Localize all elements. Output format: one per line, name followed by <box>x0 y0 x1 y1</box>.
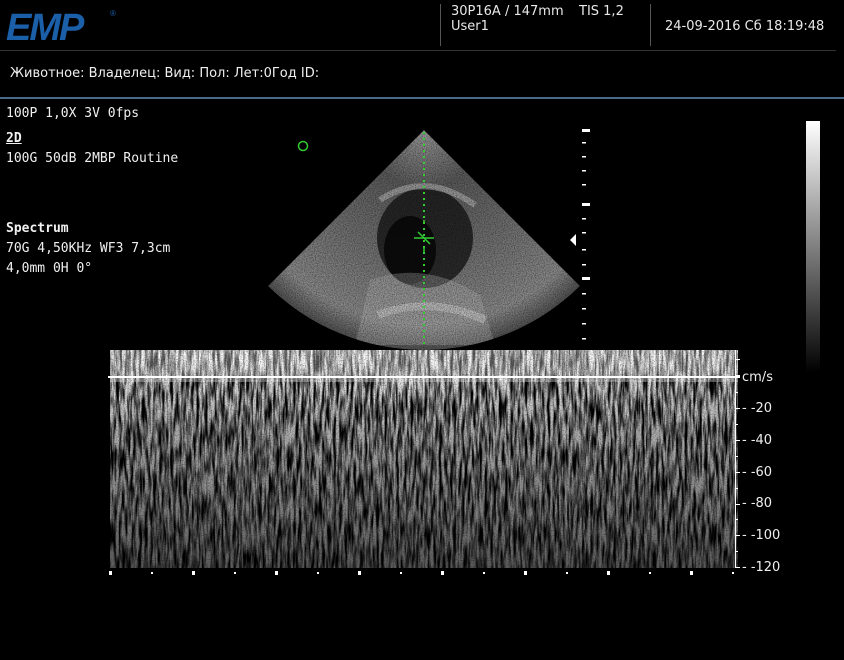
spectrum-title: Spectrum <box>6 221 69 236</box>
velocity-unit-label: cm/s <box>742 370 773 385</box>
spectrum-params-1: 70G 4,50KHz WF3 7,3cm <box>6 241 171 256</box>
general-params: 100P 1,0X 3V 0fps <box>6 106 140 121</box>
header-separator <box>0 50 836 51</box>
header-divider-1 <box>440 4 441 46</box>
depth-scale <box>570 129 590 340</box>
tis-label: TIS 1,2 <box>579 4 624 19</box>
user-label: User1 <box>451 19 489 34</box>
velocity-tick-label: - -20 <box>742 401 773 416</box>
grayscale-bar <box>806 121 820 373</box>
velocity-tick-label: - -80 <box>742 496 773 511</box>
focus-marker-icon[interactable] <box>296 139 310 153</box>
bmode-sector-image[interactable] <box>260 120 590 355</box>
mode-2d-title: 2D <box>6 131 22 146</box>
svg-text:EMP: EMP <box>6 7 85 44</box>
header-divider-2 <box>650 4 651 46</box>
velocity-tick-label: - -40 <box>742 433 773 448</box>
doppler-spectrum[interactable] <box>108 348 740 576</box>
probe-label: 30P16A / 147mm <box>451 4 564 19</box>
mode-2d-params: 100G 50dB 2MBP Routine <box>6 151 179 166</box>
emp-logo: EMP ® <box>6 7 116 44</box>
svg-text:®: ® <box>110 9 116 18</box>
velocity-tick-label: - -60 <box>742 465 773 480</box>
patient-bar-separator <box>0 97 844 99</box>
patient-info-bar[interactable]: Животное: Владелец: Вид: Пол: Лет:0Год I… <box>10 66 319 81</box>
focus-pointer-icon <box>570 234 576 246</box>
datetime-label: 24-09-2016 Сб 18:19:48 <box>665 19 825 34</box>
velocity-tick-label: - -100 <box>742 528 781 543</box>
spectrum-params-2: 4,0mm 0H 0° <box>6 261 93 276</box>
velocity-tick-label: - -120 <box>742 560 781 575</box>
